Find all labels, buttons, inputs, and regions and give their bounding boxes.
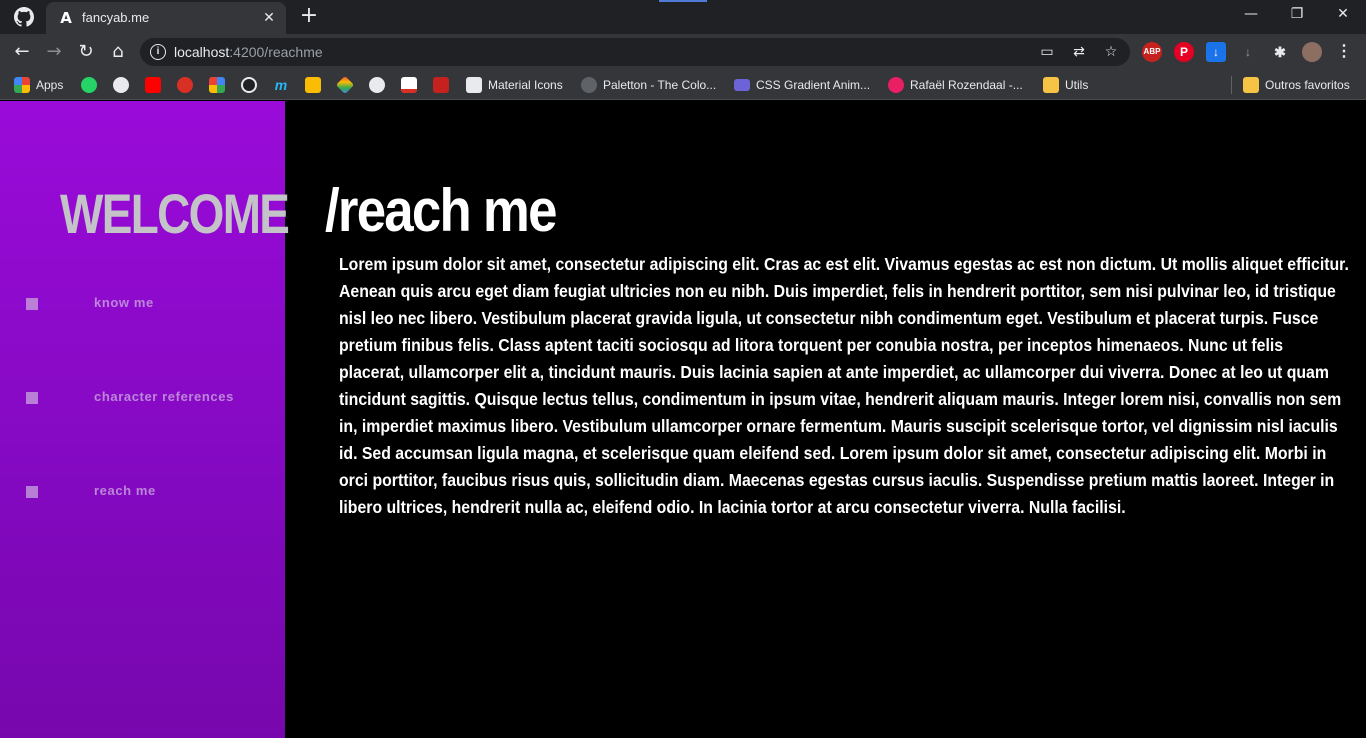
- bookmark-paletton[interactable]: Paletton - The Colo...: [581, 76, 716, 94]
- gmail-icon: [401, 77, 417, 93]
- minimize-icon[interactable]: —: [1228, 0, 1274, 30]
- bookmark-gmail[interactable]: [401, 76, 417, 94]
- keep-icon: [305, 77, 321, 93]
- nav-label: know me: [94, 295, 154, 310]
- browser-toolbar: ← → ↻ ⌂ i localhost:4200/reachme ▭ ⇄ ☆ A…: [0, 34, 1366, 70]
- menu-kebab-icon[interactable]: ⋮: [1334, 42, 1354, 62]
- bookmark-cs[interactable]: [369, 76, 385, 94]
- tab-strip: A fancyab.me ✕ + — ❐ ✕: [0, 0, 1366, 34]
- material-icons-icon: [466, 77, 482, 93]
- restore-icon[interactable]: ❐: [1274, 0, 1320, 30]
- os-icon: [433, 77, 449, 93]
- home-icon[interactable]: ⌂: [106, 40, 130, 64]
- bookmark-star-icon[interactable]: ☆: [1102, 43, 1120, 61]
- bookmark-rozendaal[interactable]: Rafaël Rozendaal -...: [888, 76, 1023, 94]
- bullet-icon: [26, 298, 38, 310]
- bullet-icon: [26, 392, 38, 404]
- drag-indicator: [659, 0, 707, 2]
- welcome-heading: WELCOME: [60, 182, 290, 245]
- cs-icon: [369, 77, 385, 93]
- bookmark-youtube[interactable]: [145, 76, 161, 94]
- diamond-icon: [335, 75, 355, 95]
- tab-title: fancyab.me: [82, 10, 150, 25]
- back-icon[interactable]: ←: [10, 40, 34, 64]
- pinterest-icon[interactable]: P: [1174, 42, 1194, 62]
- power-icon: [241, 77, 257, 93]
- bookmark-css-gradient[interactable]: CSS Gradient Anim...: [734, 76, 870, 94]
- bookmark-keep[interactable]: [305, 76, 321, 94]
- paletton-icon: [581, 77, 597, 93]
- bookmark-apps[interactable]: Apps: [14, 76, 63, 94]
- close-icon[interactable]: ✕: [260, 9, 278, 27]
- body-paragraph: Lorem ipsum dolor sit amet, consectetur …: [339, 254, 1349, 517]
- bookmark-m-blue[interactable]: m: [273, 76, 289, 94]
- bookmark-gmail-m[interactable]: [177, 76, 193, 94]
- forward-icon[interactable]: →: [42, 40, 66, 64]
- page-title: /reach me: [325, 177, 557, 244]
- translate-icon[interactable]: ⇄: [1070, 43, 1088, 61]
- whatsapp-icon: [81, 77, 97, 93]
- nav-label: character references: [94, 389, 234, 404]
- folder-icon: [1243, 77, 1259, 93]
- bookmark-os[interactable]: [433, 76, 449, 94]
- bookmarks-bar: Apps m Material Icons Paletton - The Col…: [0, 70, 1366, 100]
- bookmarks-separator: [1231, 76, 1232, 94]
- reload-icon[interactable]: ↻: [74, 40, 98, 64]
- download-helper-icon[interactable]: ↓: [1206, 42, 1226, 62]
- css-gradient-icon: [734, 79, 750, 91]
- url-text[interactable]: localhost:4200/reachme: [174, 44, 323, 60]
- bookmark-other-folder[interactable]: Outros favoritos: [1243, 76, 1350, 94]
- extensions-puzzle-icon[interactable]: ✱: [1270, 42, 1290, 62]
- cast-icon[interactable]: ▭: [1038, 43, 1056, 61]
- nav-item-know-me[interactable]: know me: [26, 294, 276, 314]
- address-bar[interactable]: i localhost:4200/reachme ▭ ⇄ ☆: [140, 38, 1130, 66]
- nav-item-reach-me[interactable]: reach me: [26, 482, 276, 502]
- profile-avatar[interactable]: [1302, 42, 1322, 62]
- github-icon[interactable]: [14, 7, 35, 27]
- bookmark-github[interactable]: [113, 76, 129, 94]
- bookmark-power[interactable]: [241, 76, 257, 94]
- page-viewport: WELCOME know me character references rea…: [0, 101, 1366, 738]
- folder-icon: [1043, 77, 1059, 93]
- adblock-plus-icon[interactable]: ABP: [1142, 42, 1162, 62]
- nav-label: reach me: [94, 483, 156, 498]
- pinwheel-icon: [209, 77, 225, 93]
- bookmark-utils-folder[interactable]: Utils: [1043, 76, 1088, 94]
- downloads-icon[interactable]: ↓: [1238, 42, 1258, 62]
- bookmark-material-icons[interactable]: Material Icons: [466, 76, 563, 94]
- nav-item-character-references[interactable]: character references: [26, 388, 276, 408]
- rozendaal-icon: [888, 77, 904, 93]
- m-logo-icon: m: [274, 77, 288, 93]
- github-icon: [113, 77, 129, 93]
- active-tab[interactable]: A fancyab.me ✕: [46, 2, 286, 34]
- window-close-icon[interactable]: ✕: [1320, 0, 1366, 30]
- sidebar: WELCOME know me character references rea…: [0, 101, 290, 738]
- new-tab-icon[interactable]: +: [298, 5, 320, 28]
- bookmark-whatsapp[interactable]: [81, 76, 97, 94]
- apps-grid-icon: [14, 77, 30, 93]
- bullet-icon: [26, 486, 38, 498]
- site-info-icon[interactable]: i: [150, 44, 166, 60]
- bookmark-diamond[interactable]: [335, 75, 355, 95]
- angular-icon: A: [60, 9, 72, 27]
- bookmark-pinwheel[interactable]: [209, 76, 225, 94]
- youtube-icon: [145, 77, 161, 93]
- m-icon: [177, 77, 193, 93]
